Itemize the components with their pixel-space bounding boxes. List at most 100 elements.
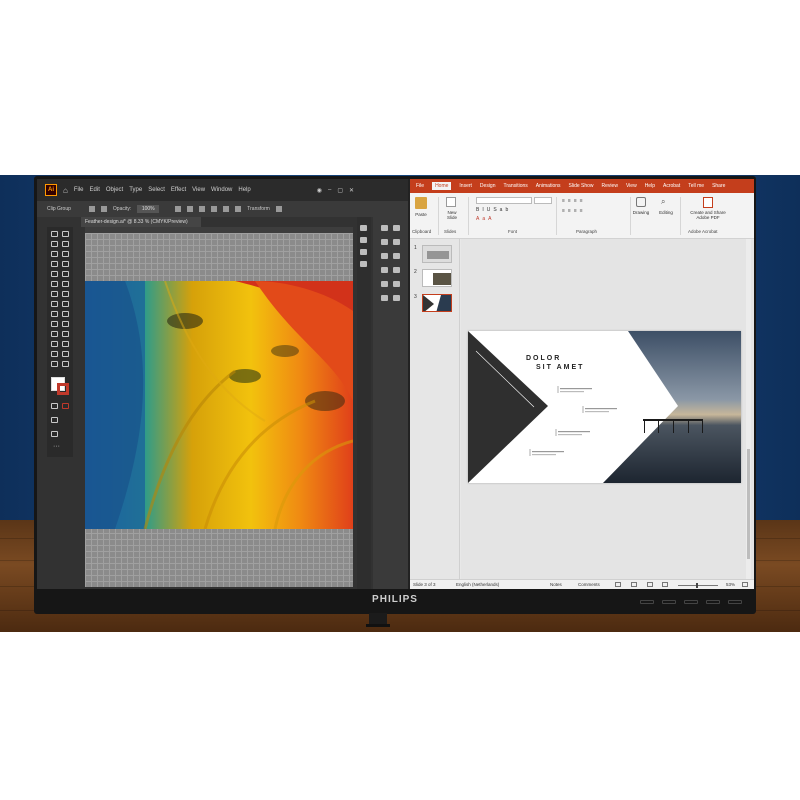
align-left-icon[interactable] <box>175 206 182 212</box>
slideshow-icon[interactable] <box>662 582 668 587</box>
scrollbar-thumb[interactable] <box>747 449 750 559</box>
menu-edit[interactable]: Edit <box>90 187 100 193</box>
tab-acrobat[interactable]: Acrobat <box>663 183 680 189</box>
tab-design[interactable]: Design <box>480 183 496 189</box>
minimize-icon[interactable]: – <box>328 187 331 193</box>
isolate-icon[interactable] <box>275 206 282 212</box>
artboard-tool-icon[interactable] <box>51 351 58 357</box>
shape-builder-tool-icon[interactable] <box>51 311 58 317</box>
tab-help[interactable]: Help <box>645 183 655 189</box>
language-indicator[interactable]: English (Netherlands) <box>456 582 499 587</box>
new-slide-button[interactable]: New Slide <box>442 210 462 220</box>
create-pdf-button[interactable]: Create and Share Adobe PDF <box>684 210 732 220</box>
fit-to-window-icon[interactable] <box>742 582 748 587</box>
transparency-panel-icon[interactable] <box>393 253 400 259</box>
pencil-tool-icon[interactable] <box>51 281 58 287</box>
edit-clip-icon[interactable] <box>88 206 95 212</box>
stroke-swatch[interactable] <box>57 383 69 395</box>
width-tool-icon[interactable] <box>51 301 58 307</box>
paste-button[interactable]: Paste <box>412 212 430 217</box>
user-icon[interactable]: ◉ <box>317 187 322 194</box>
monitor-button[interactable] <box>684 600 698 604</box>
screen-mode-icon[interactable] <box>51 431 58 437</box>
editing-icon[interactable]: ⌕ <box>661 197 670 207</box>
perspective-grid-tool-icon[interactable] <box>62 311 69 317</box>
font-format-buttons[interactable]: BIUSab <box>476 207 552 213</box>
close-icon[interactable]: ✕ <box>349 187 354 194</box>
normal-view-icon[interactable] <box>615 582 621 587</box>
mesh-tool-icon[interactable] <box>51 321 58 327</box>
slide-thumbnail-2[interactable] <box>422 269 452 287</box>
font-color-buttons[interactable]: AaA <box>476 216 552 222</box>
gradient-tool-icon[interactable] <box>62 321 69 327</box>
reading-view-icon[interactable] <box>647 582 653 587</box>
line-tool-icon[interactable] <box>62 261 69 267</box>
paintbrush-tool-icon[interactable] <box>62 271 69 277</box>
curvature-tool-icon[interactable] <box>62 251 69 257</box>
tell-me-search[interactable]: Tell me <box>688 183 704 189</box>
slide-title-line1[interactable]: DOLOR <box>526 355 561 362</box>
align-right-icon[interactable] <box>199 206 206 212</box>
default-colors-icon[interactable] <box>51 403 58 409</box>
align-center-icon[interactable] <box>187 206 194 212</box>
selection-tool-icon[interactable] <box>51 231 58 237</box>
tab-review[interactable]: Review <box>602 183 618 189</box>
create-pdf-icon[interactable] <box>703 197 713 208</box>
home-icon[interactable]: ⌂ <box>63 186 68 195</box>
zoom-level[interactable]: 53% <box>726 582 735 587</box>
zoom-slider-thumb[interactable] <box>696 583 698 588</box>
maximize-icon[interactable]: ▢ <box>337 187 343 194</box>
new-slide-icon[interactable] <box>446 197 456 207</box>
opacity-input[interactable]: 100% <box>137 205 160 213</box>
align-middle-icon[interactable] <box>223 206 230 212</box>
scale-tool-icon[interactable] <box>62 291 69 297</box>
font-size-dropdown[interactable] <box>534 197 552 204</box>
eraser-tool-icon[interactable] <box>62 281 69 287</box>
edit-contents-icon[interactable] <box>100 206 107 212</box>
tab-slide-show[interactable]: Slide Show <box>569 183 594 189</box>
align-top-icon[interactable] <box>211 206 218 212</box>
type-tool-icon[interactable] <box>51 261 58 267</box>
free-transform-tool-icon[interactable] <box>62 301 69 307</box>
zoom-slider[interactable] <box>678 585 718 586</box>
slide-thumbnail-3[interactable] <box>422 294 452 312</box>
direct-selection-tool-icon[interactable] <box>62 231 69 237</box>
brushes-panel-icon[interactable] <box>393 225 400 231</box>
lasso-tool-icon[interactable] <box>62 241 69 247</box>
feather-artwork[interactable] <box>85 281 353 529</box>
menu-type[interactable]: Type <box>129 187 142 193</box>
pen-tool-icon[interactable] <box>51 251 58 257</box>
more-tools-icon[interactable]: ··· <box>53 443 60 450</box>
vertical-scrollbar[interactable] <box>746 239 751 579</box>
document-tab[interactable]: Feather-design.ai* @ 8.33 % (CMYK/Previe… <box>81 217 201 227</box>
tab-home[interactable]: Home <box>432 182 452 190</box>
swatches-panel-icon[interactable] <box>381 225 388 231</box>
paste-icon[interactable] <box>415 197 427 209</box>
menu-help[interactable]: Help <box>238 187 250 193</box>
graphic-styles-panel-icon[interactable] <box>393 267 400 273</box>
comments-button[interactable]: Comments <box>578 582 600 587</box>
zoom-tool-icon[interactable] <box>62 361 69 367</box>
symbol-sprayer-tool-icon[interactable] <box>51 341 58 347</box>
slide-thumbnail-1[interactable] <box>422 245 452 263</box>
list-buttons[interactable]: ≡≡≡≡ <box>562 198 626 204</box>
menu-view[interactable]: View <box>192 187 205 193</box>
font-name-dropdown[interactable] <box>476 197 532 204</box>
align-bottom-icon[interactable] <box>235 206 242 212</box>
slice-tool-icon[interactable] <box>62 351 69 357</box>
properties-panel-icon[interactable] <box>360 225 367 231</box>
stroke-panel-icon[interactable] <box>393 239 400 245</box>
tab-view[interactable]: View <box>626 183 637 189</box>
notes-button[interactable]: Notes <box>550 582 562 587</box>
pathfinder-panel-icon[interactable] <box>393 281 400 287</box>
monitor-button[interactable] <box>706 600 720 604</box>
eyedropper-tool-icon[interactable] <box>51 331 58 337</box>
tab-insert[interactable]: Insert <box>459 183 472 189</box>
menu-effect[interactable]: Effect <box>171 187 186 193</box>
magic-wand-tool-icon[interactable] <box>51 241 58 247</box>
symbols-panel-icon[interactable] <box>381 239 388 245</box>
tab-animations[interactable]: Animations <box>536 183 561 189</box>
layers-panel-icon[interactable] <box>360 237 367 243</box>
rectangle-tool-icon[interactable] <box>51 271 58 277</box>
graph-tool-icon[interactable] <box>62 341 69 347</box>
